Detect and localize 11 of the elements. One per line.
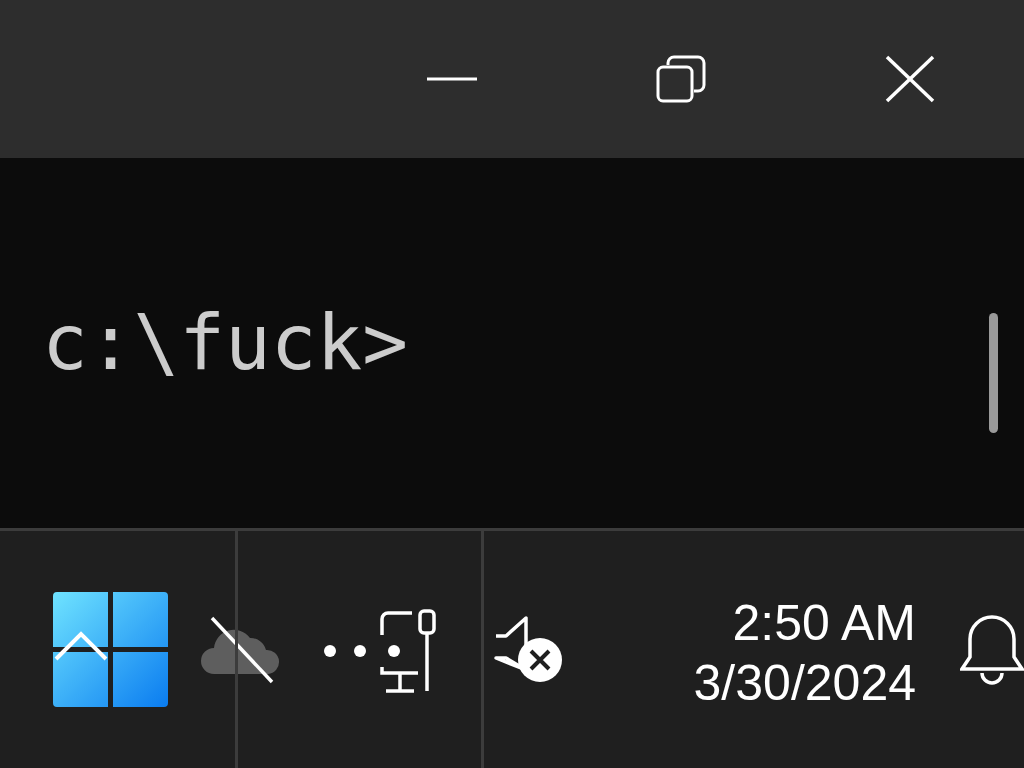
- restore-icon: [655, 55, 706, 103]
- clock-date[interactable]: 3/30/2024: [693, 657, 916, 708]
- chevron-up-icon[interactable]: [53, 630, 109, 662]
- scrollbar-thumb[interactable]: [989, 313, 998, 433]
- clock-time[interactable]: 2:50 AM: [732, 597, 916, 648]
- bell-icon[interactable]: [960, 612, 1024, 687]
- command-prompt: c:\fuck>: [41, 297, 410, 389]
- minimize-icon: [425, 77, 478, 81]
- windows-logo-icon[interactable]: [53, 592, 168, 707]
- close-icon: [884, 55, 935, 103]
- cloud-off-icon[interactable]: [200, 615, 282, 684]
